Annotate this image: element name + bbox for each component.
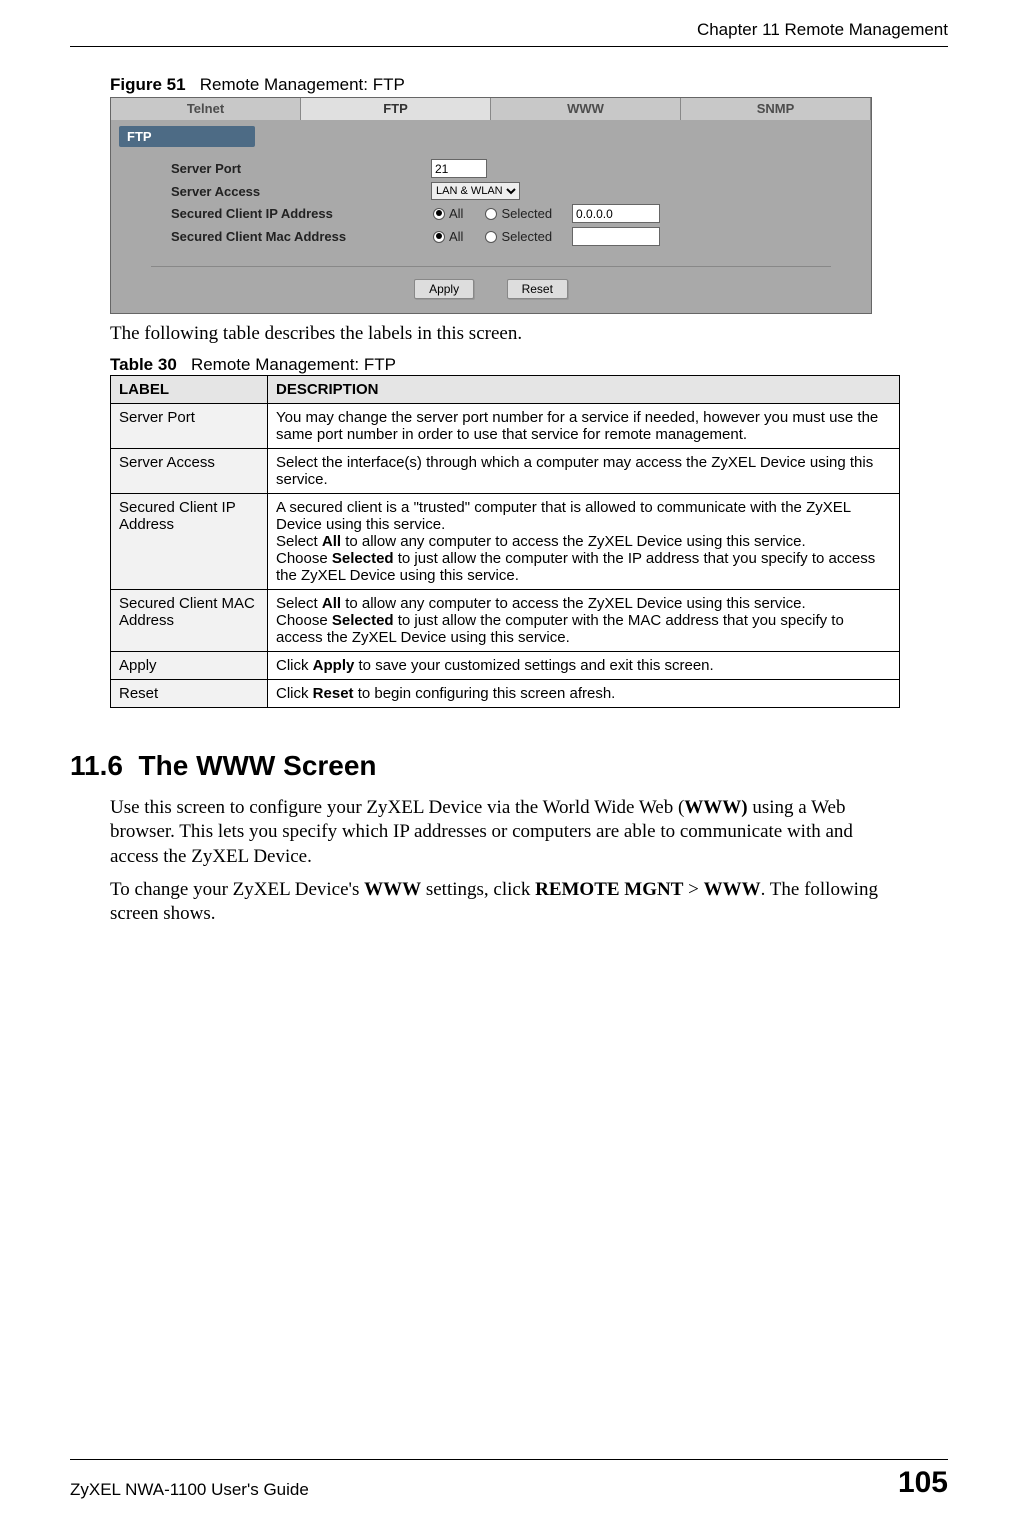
- label-secured-ip: Secured Client IP Address: [171, 206, 431, 221]
- table-row: Reset Click Reset to begin configuring t…: [111, 679, 900, 707]
- input-ip-address[interactable]: [572, 204, 660, 223]
- th-label: LABEL: [111, 375, 268, 403]
- tab-telnet[interactable]: Telnet: [111, 98, 301, 120]
- select-server-access[interactable]: LAN & WLAN: [431, 182, 520, 200]
- figure-inner: Telnet FTP WWW SNMP FTP Server Port Serv…: [111, 98, 871, 313]
- td-desc-secured-mac: Select All to allow any computer to acce…: [268, 589, 900, 651]
- description-table: LABEL DESCRIPTION Server Port You may ch…: [110, 375, 900, 708]
- chapter-title: Chapter 11 Remote Management: [697, 20, 948, 39]
- td-desc-reset: Click Reset to begin configuring this sc…: [268, 679, 900, 707]
- table-row: Secured Client IP Address A secured clie…: [111, 493, 900, 589]
- radio-ip-selected[interactable]: [485, 208, 497, 220]
- row-server-port: Server Port: [171, 159, 851, 178]
- row-secured-mac: Secured Client Mac Address All Selected: [171, 227, 851, 246]
- label-server-port: Server Port: [171, 161, 431, 176]
- label-secured-mac: Secured Client Mac Address: [171, 229, 431, 244]
- row-secured-ip: Secured Client IP Address All Selected: [171, 204, 851, 223]
- divider: [151, 266, 831, 267]
- table-label: Table 30: [110, 355, 177, 374]
- tabs-row: Telnet FTP WWW SNMP: [111, 98, 871, 120]
- th-description: DESCRIPTION: [268, 375, 900, 403]
- table-row: Server Port You may change the server po…: [111, 403, 900, 448]
- desc-p3: Choose Selected to just allow the comput…: [276, 550, 891, 584]
- radio-ip-all[interactable]: [433, 208, 445, 220]
- section-title: The WWW Screen: [139, 750, 377, 781]
- figure-title: Remote Management: FTP: [200, 75, 405, 94]
- td-label-server-port: Server Port: [111, 403, 268, 448]
- section-heading: 11.6 The WWW Screen: [70, 750, 948, 782]
- td-desc-apply: Click Apply to save your customized sett…: [268, 651, 900, 679]
- button-row: Apply Reset: [111, 279, 871, 299]
- tab-www[interactable]: WWW: [491, 98, 681, 120]
- td-desc-server-port: You may change the server port number fo…: [268, 403, 900, 448]
- td-label-server-access: Server Access: [111, 448, 268, 493]
- radio-mac-selected[interactable]: [485, 231, 497, 243]
- radio-label-mac-all: All: [449, 229, 463, 244]
- input-server-port[interactable]: [431, 159, 487, 178]
- table-row: Secured Client MAC Address Select All to…: [111, 589, 900, 651]
- footer-guide-name: ZyXEL NWA-1100 User's Guide: [70, 1480, 309, 1500]
- td-label-apply: Apply: [111, 651, 268, 679]
- figure-label: Figure 51: [110, 75, 186, 94]
- table-row: Server Access Select the interface(s) th…: [111, 448, 900, 493]
- section-number: 11.6: [70, 750, 123, 781]
- section-paragraph-1: Use this screen to configure your ZyXEL …: [110, 796, 890, 870]
- td-label-secured-ip: Secured Client IP Address: [111, 493, 268, 589]
- desc-p1: A secured client is a "trusted" computer…: [276, 499, 891, 533]
- page: Chapter 11 Remote Management Figure 51 R…: [0, 0, 1018, 1524]
- row-server-access: Server Access LAN & WLAN: [171, 182, 851, 200]
- page-header: Chapter 11 Remote Management: [70, 20, 948, 47]
- radio-label-mac-selected: Selected: [501, 229, 552, 244]
- radio-label-ip-all: All: [449, 206, 463, 221]
- tab-snmp[interactable]: SNMP: [681, 98, 871, 120]
- table-caption: Table 30 Remote Management: FTP: [110, 355, 948, 375]
- reset-button[interactable]: Reset: [507, 279, 568, 299]
- desc-p2: Choose Selected to just allow the comput…: [276, 612, 891, 646]
- td-label-secured-mac: Secured Client MAC Address: [111, 589, 268, 651]
- td-label-reset: Reset: [111, 679, 268, 707]
- section-bar-ftp: FTP: [119, 126, 255, 147]
- section-paragraph-2: To change your ZyXEL Device's WWW settin…: [110, 878, 890, 927]
- label-server-access: Server Access: [171, 184, 431, 199]
- desc-p1: Select All to allow any computer to acce…: [276, 595, 891, 612]
- td-desc-secured-ip: A secured client is a "trusted" computer…: [268, 493, 900, 589]
- apply-button[interactable]: Apply: [414, 279, 474, 299]
- input-mac-address[interactable]: [572, 227, 660, 246]
- desc-p2: Select All to allow any computer to acce…: [276, 533, 891, 550]
- td-desc-server-access: Select the interface(s) through which a …: [268, 448, 900, 493]
- figure-caption: Figure 51 Remote Management: FTP: [110, 75, 948, 95]
- form-area: Server Port Server Access LAN & WLAN Sec…: [111, 149, 871, 256]
- table-header-row: LABEL DESCRIPTION: [111, 375, 900, 403]
- table-row: Apply Click Apply to save your customize…: [111, 651, 900, 679]
- page-footer: ZyXEL NWA-1100 User's Guide 105: [70, 1459, 948, 1500]
- table-intro-text: The following table describes the labels…: [110, 322, 890, 347]
- tab-ftp[interactable]: FTP: [301, 98, 491, 120]
- table-title: Remote Management: FTP: [191, 355, 396, 374]
- footer-page-number: 105: [898, 1466, 948, 1500]
- figure-screenshot: Telnet FTP WWW SNMP FTP Server Port Serv…: [110, 97, 872, 314]
- radio-label-ip-selected: Selected: [501, 206, 552, 221]
- radio-mac-all[interactable]: [433, 231, 445, 243]
